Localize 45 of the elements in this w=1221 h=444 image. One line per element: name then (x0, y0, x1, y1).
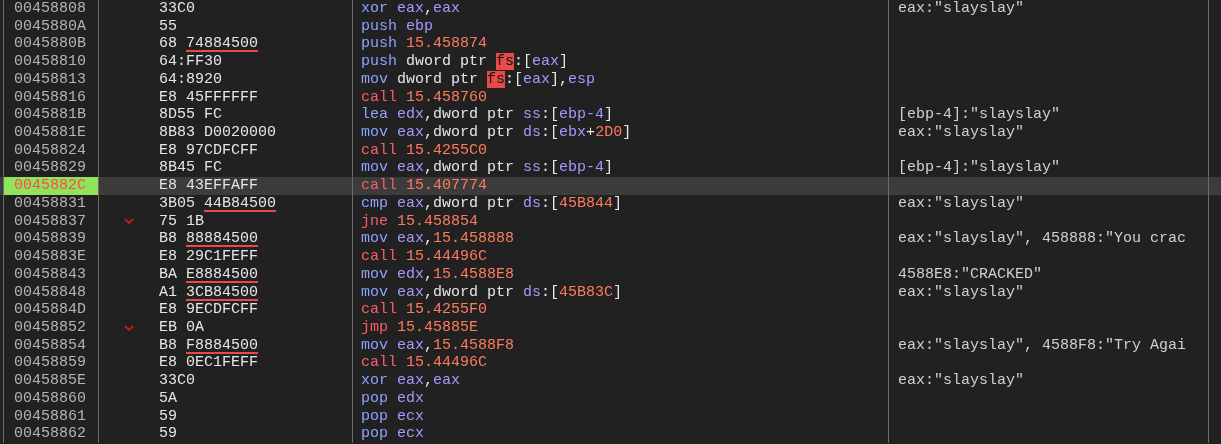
bytes-cell: 64:FF30 (159, 53, 353, 71)
instruction-cell: mov edx,15.4588E8 (353, 265, 889, 284)
bytes-cell: 8B83 D0020000 (159, 124, 353, 142)
bytes-cell: 33C0 (159, 0, 353, 18)
comment-cell: 4588E8:"CRACKED" (889, 265, 1209, 284)
bytes-cell: EB 0A (159, 318, 353, 337)
address-cell[interactable]: 00458859 (3, 354, 99, 373)
address-cell[interactable]: 0045885E (3, 372, 99, 390)
bytes-cell: BA E8884500 (159, 265, 353, 284)
comment-cell: eax:"slayslay" (889, 0, 1209, 18)
bytes-cell: 64:8920 (159, 70, 353, 89)
chevron-down-icon (124, 218, 134, 225)
bytes-cell: 5A (159, 389, 353, 408)
instruction-cell: push dword ptr fs:[eax] (353, 53, 889, 71)
instruction-cell: mov eax,dword ptr ds:[ebx+2D0] (353, 124, 889, 142)
address-cell[interactable]: 0045884D (3, 301, 99, 319)
address-cell[interactable]: 00458839 (3, 230, 99, 249)
address-cell[interactable]: 0045880B (3, 35, 99, 54)
instruction-cell: mov dword ptr fs:[eax],esp (353, 70, 889, 89)
comment-cell: eax:"slayslay" (889, 194, 1209, 213)
address-cell[interactable]: 00458862 (3, 425, 99, 443)
chevron-down-icon (124, 324, 134, 331)
instruction-cell: xor eax,eax (353, 372, 889, 390)
instruction-cell: pop ecx (353, 425, 889, 443)
bytes-cell: E8 29C1FEFF (159, 248, 353, 266)
address-cell[interactable]: 0045883E (3, 248, 99, 266)
bytes-cell: E8 43EFFAFF (159, 177, 353, 195)
instruction-cell: call 15.4255F0 (353, 301, 889, 319)
address-cell[interactable]: 0045881B (3, 106, 99, 125)
disassembly-row[interactable]: 0045882C E8 43EFFAFF call 15.407774 (0, 177, 1221, 195)
instruction-cell: pop edx (353, 389, 889, 408)
bytes-cell: 59 (159, 425, 353, 443)
comment-cell: eax:"slayslay" (889, 124, 1209, 142)
instruction-cell: jmp 15.45885E (353, 318, 889, 337)
address-cell[interactable]: 0045881E (3, 124, 99, 142)
comment-cell: eax:"slayslay" (889, 372, 1209, 390)
bytes-cell: 33C0 (159, 372, 353, 390)
instruction-cell: xor eax,eax (353, 0, 889, 18)
address-cell[interactable]: 00458808 (3, 0, 99, 18)
address-cell[interactable]: 00458829 (3, 159, 99, 178)
instruction-cell: call 15.44496C (353, 248, 889, 266)
instruction-cell: cmp eax,dword ptr ds:[45B844] (353, 194, 889, 213)
bytes-cell: 3B05 44B84500 (159, 194, 353, 213)
bytes-cell: E8 9ECDFCFF (159, 301, 353, 319)
address-cell[interactable]: 00458810 (3, 53, 99, 71)
